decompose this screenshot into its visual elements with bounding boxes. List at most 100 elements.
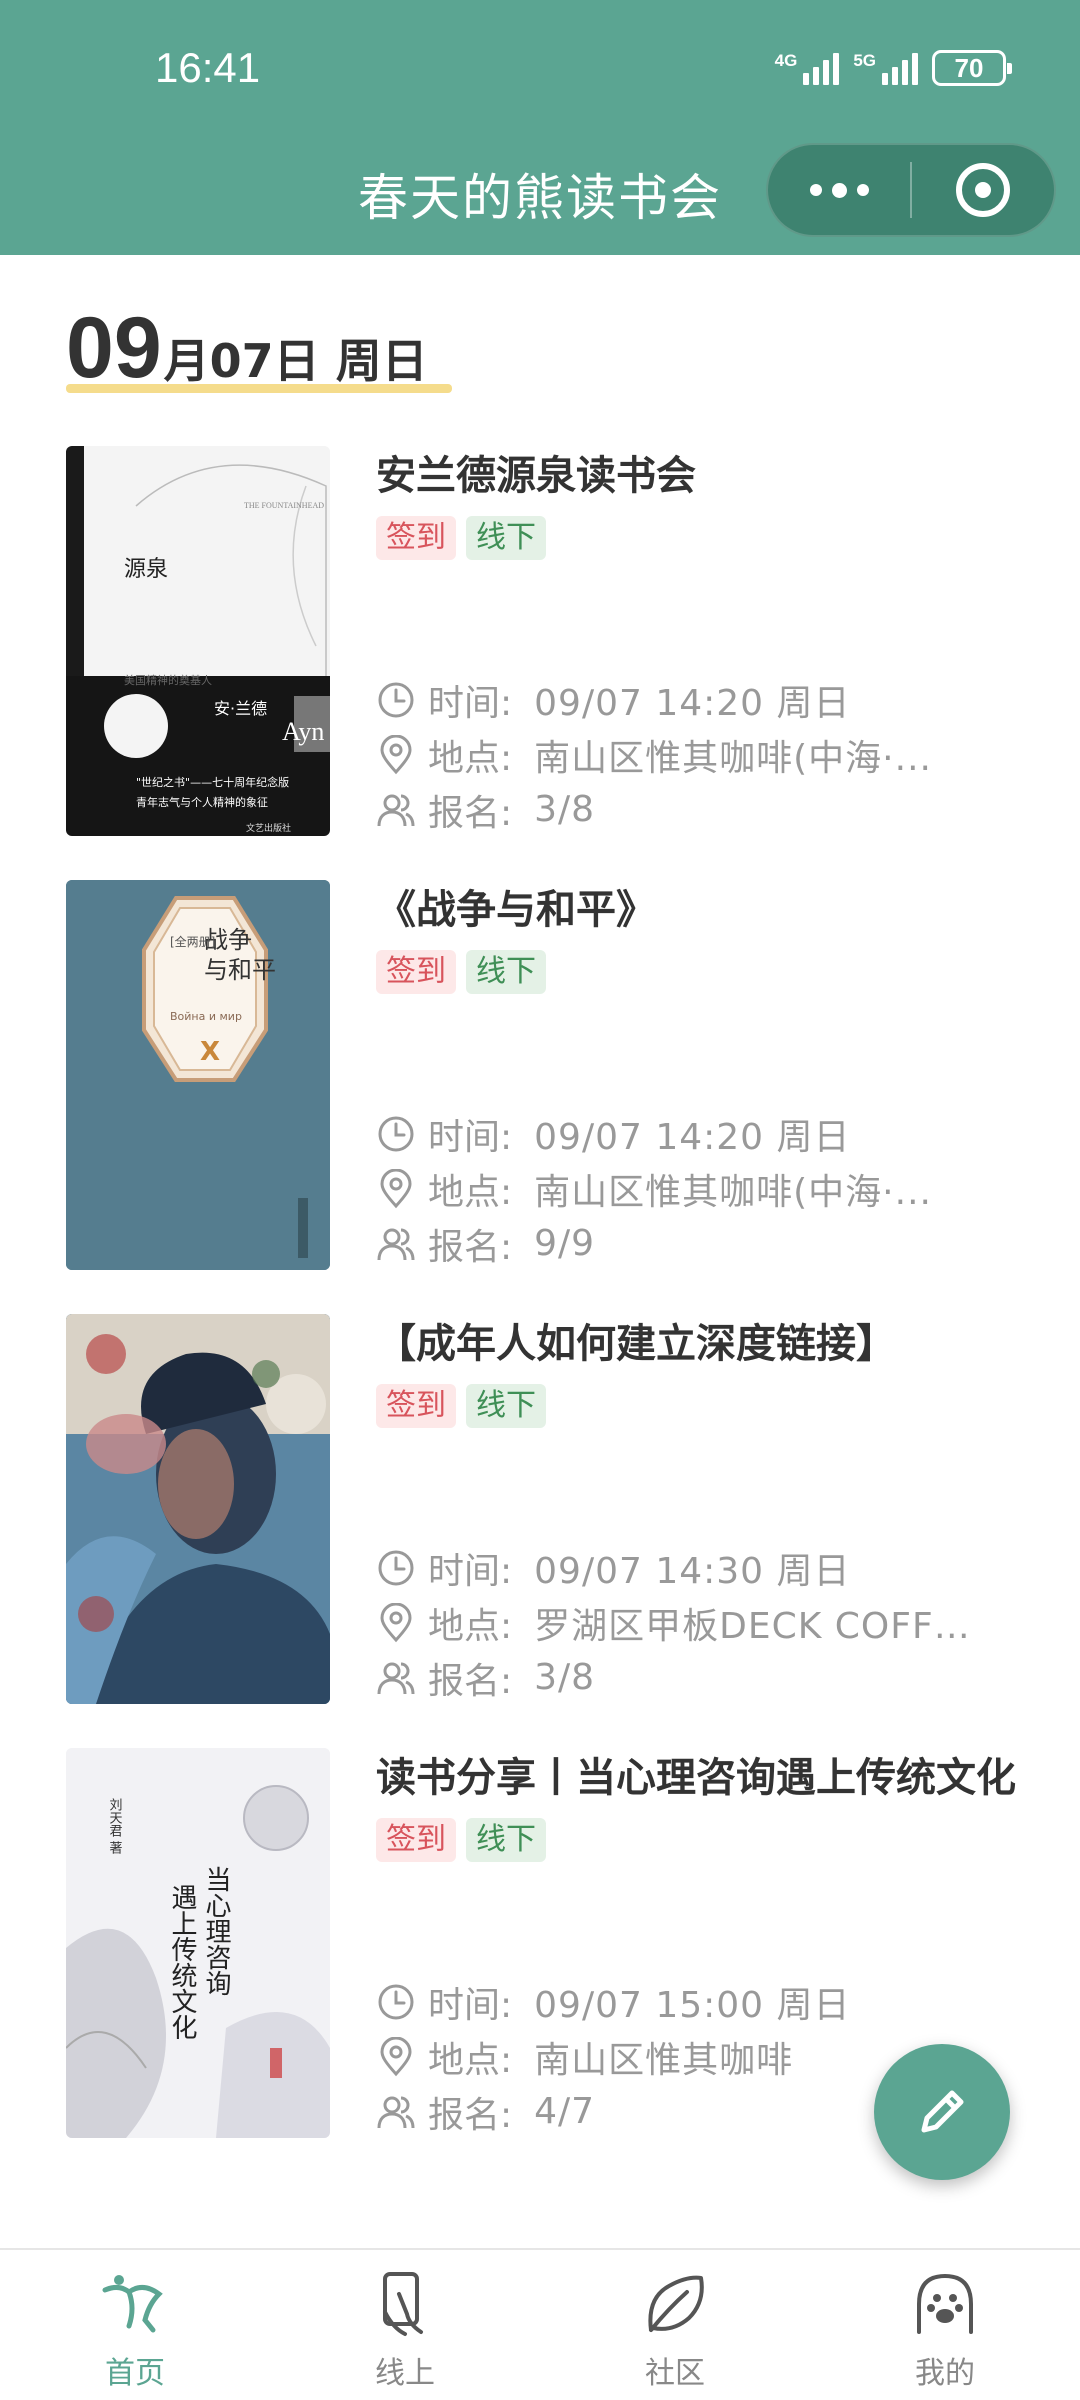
location-pin-icon [380,1602,412,1642]
event-signup: 4/7 [534,2091,596,2132]
close-button[interactable] [912,145,1054,235]
paw-face-icon [917,2273,973,2334]
cover-author: 刘天君 著 [107,1798,123,1856]
pencil-icon [921,2090,964,2133]
event-signup-row: 报名: 9/9 [376,1216,1076,1271]
event-tags: 签到 线下 [376,516,1076,560]
people-icon [377,1228,415,1260]
dancer-icon [102,2275,163,2333]
cover-author-en: Ayn Rand [282,717,330,746]
event-time: 09/07 14:20 周日 [534,682,851,724]
tab-label: 线上 [375,2356,435,2391]
event-time-row: 时间: 09/07 14:20 周日 [376,672,1076,727]
offline-tag: 线下 [466,1384,546,1428]
create-event-button[interactable] [874,2044,1010,2180]
event-meta: 时间: 09/07 14:20 周日 地点: 南山区惟其咖啡(中海·... 报名… [376,1106,1076,1271]
tab-mine[interactable]: 我的 [810,2250,1080,2400]
svg-text:X: X [200,1037,220,1067]
event-time: 09/07 14:30 周日 [534,1550,851,1592]
time-label: 时间: [428,1116,513,1158]
checkin-tag: 签到 [376,1818,456,1862]
book-cover: 当心理咨询 遇上传统文化 刘天君 著 [66,1748,330,2138]
event-card[interactable]: 当心理咨询 遇上传统文化 刘天君 著 读书分享丨当心理咨询遇上传统文化 签到 线… [66,1748,1016,2138]
cover-en-title: THE FOUNTAINHEAD [244,501,324,510]
event-card[interactable]: 【成年人如何建立深度链接】 签到 线下 时间: 09/07 14:30 周日 地… [66,1314,1016,1704]
people-icon [377,2096,415,2128]
cover-title: 源泉 [124,557,168,582]
tab-label: 首页 [105,2356,165,2391]
event-info: 读书分享丨当心理咨询遇上传统文化 签到 线下 时间: 09/07 15:00 周… [376,1748,1076,2136]
phone-hand-icon [383,2272,423,2336]
more-dot-icon [831,182,847,198]
event-signup: 9/9 [534,1223,596,1264]
more-dot-icon [856,184,869,196]
offline-tag: 线下 [466,1818,546,1862]
tab-label: 我的 [915,2356,975,2391]
book-cover: 战争 与和平 [全两册] Война и мир X [66,880,330,1270]
more-dot-icon [809,184,822,196]
cover-tagline: 青年志气与个人精神的象征 [136,795,268,809]
people-icon [377,794,415,826]
checkin-tag: 签到 [376,1384,456,1428]
event-info: 安兰德源泉读书会 签到 线下 时间: 09/07 14:20 周日 地点: 南山… [376,446,1076,834]
cover-title-col2: 遇上传统文化 [167,1884,197,2040]
event-place: 南山区惟其咖啡(中海·... [534,1171,932,1213]
event-title: 读书分享丨当心理咨询遇上传统文化 [376,1755,1016,1801]
offline-tag: 线下 [466,516,546,560]
target-icon [956,163,1010,217]
cover-title-col1: 当心理咨询 [201,1866,231,1996]
time-label: 时间: [428,682,513,724]
tab-label: 社区 [645,2356,705,2391]
signup-label: 报名: [428,1660,513,1702]
event-title: 【成年人如何建立深度链接】 [376,1321,896,1367]
clock-icon [378,1984,414,2019]
status-icons: 4G 5G 70 [775,50,1012,86]
people-icon [377,1662,415,1694]
leaf-icon [648,2275,704,2332]
event-tags: 签到 线下 [376,950,1076,994]
event-meta: 时间: 09/07 14:20 周日 地点: 南山区惟其咖啡(中海·... 报名… [376,672,1076,837]
app-header: 16:41 4G 5G 70 春天的熊读书会 [0,0,1080,255]
event-signup-row: 报名: 3/8 [376,782,1076,837]
cover-en: Война и мир [170,1010,242,1023]
event-tags: 签到 线下 [376,1818,1076,1862]
place-label: 地点: [428,1171,513,1213]
event-time-row: 时间: 09/07 14:30 周日 [376,1540,1076,1595]
date-day-weekday: 月07日 周日 [163,334,428,388]
book-cover: Ayn Rand 安·兰德 美国精神的奠基人 "世纪之书"——七十周年纪念版 青… [66,446,330,836]
cover-subtitle: [全两册] [170,934,215,949]
place-label: 地点: [428,2039,513,2081]
event-time-row: 时间: 09/07 14:20 周日 [376,1106,1076,1161]
tab-community[interactable]: 社区 [540,2250,810,2400]
clock-icon [378,682,414,717]
clock-icon [378,1550,414,1585]
cover-publisher: 文艺出版社 [246,822,291,834]
signal-5g-icon: 5G [853,51,918,85]
event-card[interactable]: 战争 与和平 [全两册] Война и мир X 《战争与和平》 签到 线下… [66,880,1016,1270]
tab-online[interactable]: 线上 [270,2250,540,2400]
time-label: 时间: [428,1550,513,1592]
signal-4g-icon: 4G [775,51,840,85]
signup-label: 报名: [428,792,513,834]
event-card[interactable]: Ayn Rand 安·兰德 美国精神的奠基人 "世纪之书"——七十周年纪念版 青… [66,446,1016,836]
event-signup: 3/8 [534,1657,596,1698]
cover-blurb: 美国精神的奠基人 [124,673,212,687]
event-tags: 签到 线下 [376,1384,1076,1428]
event-info: 【成年人如何建立深度链接】 签到 线下 时间: 09/07 14:30 周日 地… [376,1314,1076,1702]
bottom-tab-bar: 首页 线上 社区 我的 [0,2248,1080,2400]
event-signup: 3/8 [534,789,596,830]
place-label: 地点: [428,737,513,779]
tab-home[interactable]: 首页 [0,2250,270,2400]
event-place: 罗湖区甲板DECK COFFE... [534,1605,985,1647]
date-heading: 09 月07日 周日 [66,305,428,391]
cover-title-2: 与和平 [204,956,276,984]
cover-subtitle: "世纪之书"——七十周年纪念版 [136,775,289,789]
battery-icon: 70 [932,50,1012,86]
more-button[interactable] [768,145,910,235]
clock-icon [378,1116,414,1151]
event-time: 09/07 14:20 周日 [534,1116,851,1158]
event-place-row: 地点: 南山区惟其咖啡(中海·... [376,1161,1076,1216]
event-title: 安兰德源泉读书会 [376,453,696,499]
signup-label: 报名: [428,2094,513,2136]
cover-author-cn: 安·兰德 [214,699,267,718]
